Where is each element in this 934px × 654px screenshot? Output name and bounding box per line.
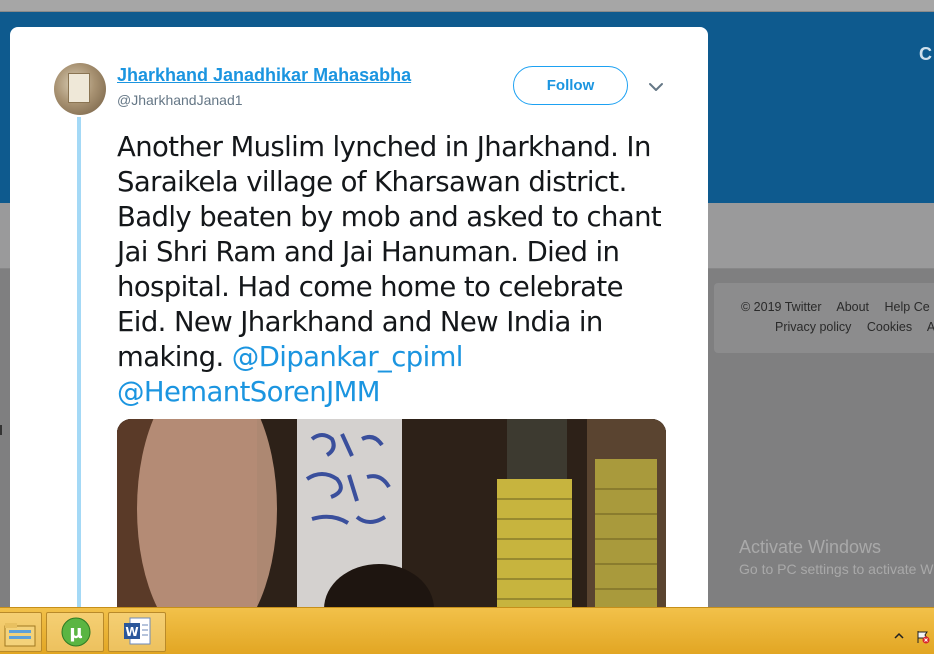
browser-top-bar [0, 0, 934, 12]
tweet-modal: Jharkhand Janadhikar Mahasabha @Jharkhan… [10, 27, 708, 627]
footer-help-link[interactable]: Help Ce [885, 300, 930, 314]
chevron-down-icon[interactable] [648, 79, 664, 95]
footer-cookies-link[interactable]: Cookies [867, 320, 912, 334]
follow-button[interactable]: Follow [513, 66, 628, 105]
action-center-flag-icon[interactable] [916, 630, 930, 644]
footer-ads-link[interactable]: A [927, 320, 934, 334]
mention-link[interactable]: @HemantSorenJMM [117, 376, 380, 408]
activate-title: Activate Windows [739, 537, 882, 557]
site-footer: © 2019 Twitter About Help Ce Privacy pol… [714, 283, 934, 353]
thread-line [77, 117, 81, 627]
activate-windows-watermark: Activate Windows Go to PC settings to ac… [739, 537, 934, 577]
utorrent-taskbar-button[interactable]: µ [46, 612, 104, 652]
footer-privacy-link[interactable]: Privacy policy [775, 320, 851, 334]
mention-link[interactable]: @Dipankar_cpiml [232, 341, 464, 373]
word-icon: W [124, 617, 151, 645]
svg-text:W: W [125, 625, 138, 639]
svg-text:µ: µ [69, 622, 82, 643]
avatar[interactable] [54, 63, 106, 115]
tweet-photo[interactable] [117, 419, 666, 627]
show-hidden-icons-icon[interactable] [894, 631, 904, 641]
folder-icon [4, 623, 36, 647]
windows-taskbar: µ W [0, 607, 934, 654]
author-handle: @JharkhandJanad1 [117, 92, 243, 108]
photo-scene [117, 419, 666, 627]
tweet-body: Another Muslim lynched in Jharkhand. In … [117, 131, 662, 373]
activate-subtitle: Go to PC settings to activate W [739, 561, 934, 577]
footer-about-link[interactable]: About [836, 300, 869, 314]
utorrent-icon: µ [61, 617, 91, 647]
scroll-marker [0, 425, 2, 435]
author-name-link[interactable]: Jharkhand Janadhikar Mahasabha [117, 65, 411, 86]
tweet-text: Another Muslim lynched in Jharkhand. In … [117, 130, 677, 410]
word-taskbar-button[interactable]: W [108, 612, 166, 652]
footer-copyright: © 2019 Twitter [741, 300, 822, 314]
banner-label: C [919, 44, 932, 64]
file-explorer-taskbar-button[interactable] [0, 612, 42, 652]
